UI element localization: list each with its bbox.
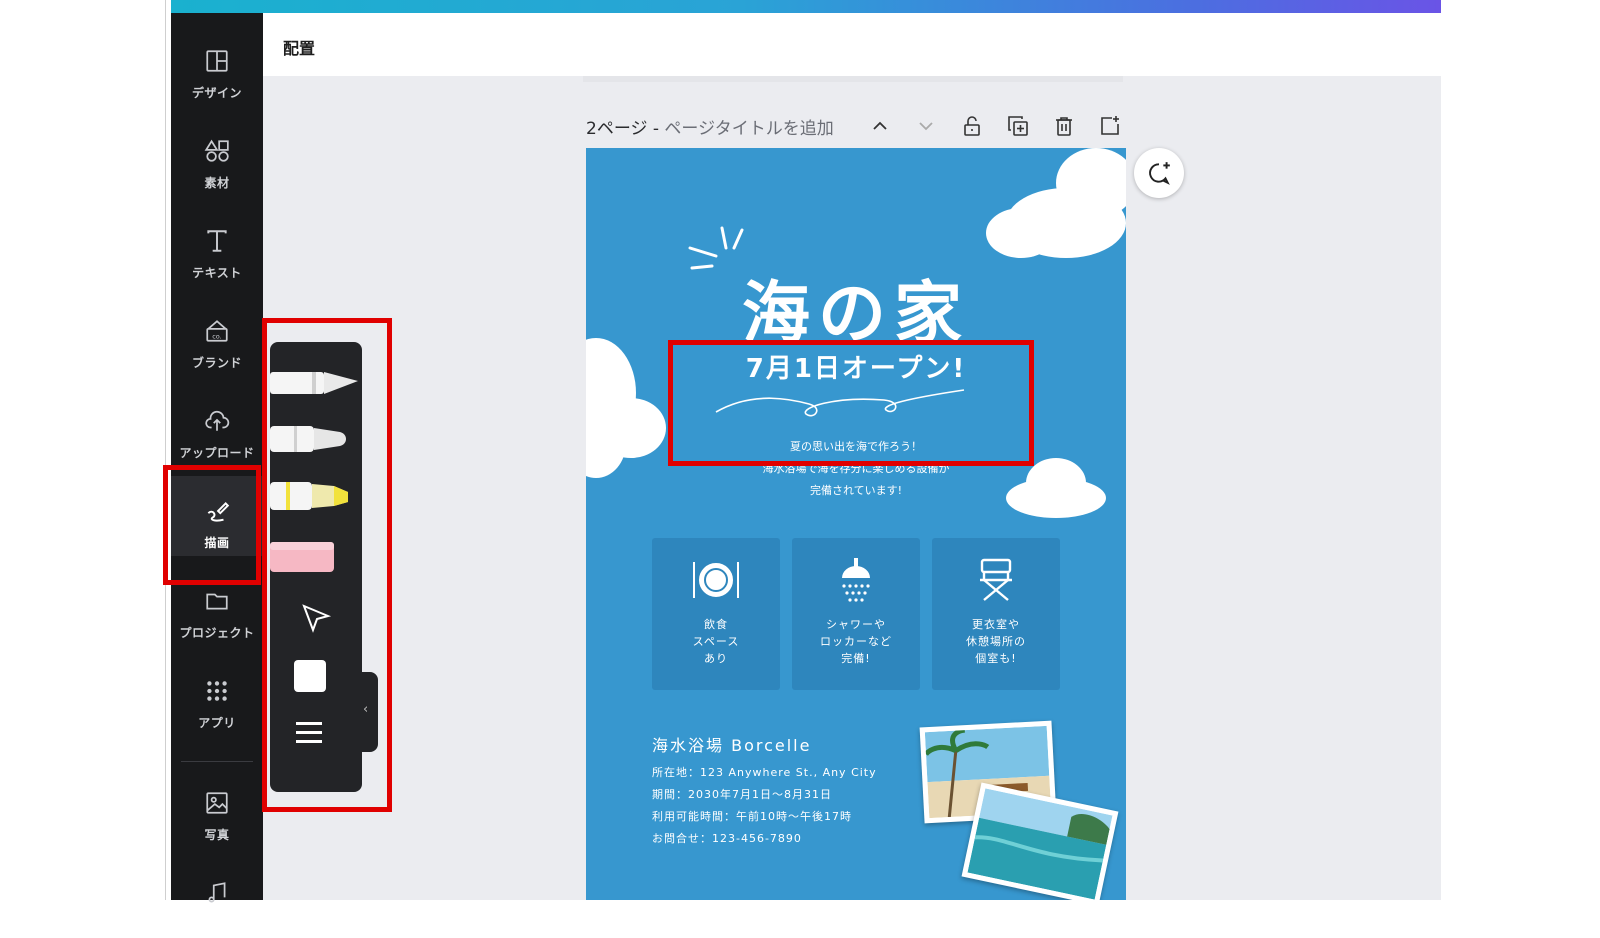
sidebar-item-label: ブランド bbox=[191, 356, 242, 370]
feature-card-text: 飲食 スペース あり bbox=[692, 618, 740, 665]
sidebar-item-label: プロジェクト bbox=[179, 626, 255, 640]
sidebar-item-design[interactable]: デザイン bbox=[171, 26, 263, 106]
add-comment-button[interactable] bbox=[1134, 148, 1184, 198]
feature-card-text: 更衣室や 休憩場所の 個室も! bbox=[966, 618, 1026, 665]
sidebar-item-label: テキスト bbox=[192, 266, 242, 280]
cloud-upload-icon bbox=[205, 410, 230, 431]
music-icon bbox=[208, 882, 226, 903]
sidebar-item-text[interactable]: テキスト bbox=[171, 206, 263, 286]
chevron-down-icon bbox=[919, 122, 933, 131]
duplicate-page-button[interactable] bbox=[1006, 114, 1030, 138]
shapes-icon bbox=[204, 139, 229, 162]
feature-card-shower[interactable]: シャワーや ロッカーなど 完備! bbox=[792, 538, 920, 690]
sidebar-item-label: デザイン bbox=[191, 86, 242, 100]
move-page-up-button[interactable] bbox=[868, 114, 892, 138]
beach-name[interactable]: 海水浴場 Borcelle bbox=[652, 732, 811, 756]
sidebar-item-label: アップロード bbox=[179, 446, 255, 460]
sidebar-item-apps[interactable]: アプリ bbox=[171, 656, 263, 736]
header-gradient-bar bbox=[171, 0, 1441, 13]
highlight-box-drawn-text bbox=[668, 340, 1034, 466]
delete-page-button[interactable] bbox=[1052, 114, 1076, 138]
info-hours[interactable]: 利用可能時間：午前10時～午後17時 bbox=[652, 808, 852, 824]
editor-topbar: 配置 bbox=[263, 13, 1441, 76]
svg-text:co.: co. bbox=[212, 333, 222, 341]
sidebar-item-label: アプリ bbox=[198, 716, 236, 730]
description-line[interactable]: 完備されています! bbox=[586, 482, 1126, 498]
page-number-label: 2ページ - bbox=[586, 119, 665, 139]
previous-page-shadow bbox=[583, 76, 1123, 82]
window-edge bbox=[165, 0, 166, 900]
duplicate-icon bbox=[1008, 116, 1028, 136]
page-title[interactable]: 2ページ - ページタイトルを追加 bbox=[586, 114, 834, 139]
sidebar: デザイン 素材 テキスト co. ブランド アップロード 描画 プロジェクト ア… bbox=[171, 13, 263, 903]
cloud-shape bbox=[986, 208, 1056, 258]
sidebar-item-label: 写真 bbox=[204, 828, 230, 842]
sidebar-item-upload[interactable]: アップロード bbox=[171, 386, 263, 466]
info-address[interactable]: 所在地：123 Anywhere St., Any City bbox=[652, 764, 877, 780]
page-title-placeholder[interactable]: ページタイトルを追加 bbox=[664, 119, 833, 139]
chair-icon bbox=[980, 558, 1012, 601]
add-page-button[interactable] bbox=[1098, 114, 1122, 138]
ocean-photo[interactable] bbox=[961, 782, 1119, 900]
folder-icon bbox=[206, 593, 228, 610]
info-contact[interactable]: お問合せ：123-456-7890 bbox=[652, 830, 802, 846]
ocean-photo-image bbox=[967, 788, 1113, 900]
highlight-box-draw-panel bbox=[262, 318, 392, 812]
dining-icon bbox=[693, 562, 739, 598]
move-page-down-button[interactable] bbox=[914, 114, 938, 138]
feature-card-changing-room[interactable]: 更衣室や 休憩場所の 個室も! bbox=[932, 538, 1060, 690]
brand-icon: co. bbox=[206, 320, 228, 342]
arrange-button[interactable]: 配置 bbox=[283, 35, 315, 59]
layout-icon bbox=[206, 50, 228, 72]
comment-add-icon bbox=[1149, 162, 1170, 185]
design-canvas[interactable]: 海の家 7月1日オープン! 夏の思い出を海で作ろう！ 海水浴場で海を存分に楽しめ… bbox=[586, 148, 1126, 900]
sidebar-divider bbox=[181, 761, 253, 762]
sidebar-item-audio[interactable] bbox=[171, 858, 263, 938]
info-period[interactable]: 期間：2030年7月1日～8月31日 bbox=[652, 786, 832, 802]
lock-page-button[interactable] bbox=[960, 114, 984, 138]
sidebar-item-elements[interactable]: 素材 bbox=[171, 116, 263, 196]
photo-icon bbox=[206, 792, 228, 814]
sidebar-item-photos[interactable]: 写真 bbox=[171, 768, 263, 848]
text-icon bbox=[207, 230, 227, 252]
apps-grid-icon bbox=[207, 681, 227, 701]
feature-card-dining[interactable]: 飲食 スペース あり bbox=[652, 538, 780, 690]
trash-icon bbox=[1056, 117, 1072, 136]
shower-icon bbox=[842, 558, 870, 602]
sidebar-item-brand[interactable]: co. ブランド bbox=[171, 296, 263, 376]
highlight-box-draw-tab bbox=[163, 465, 261, 585]
add-page-icon bbox=[1101, 116, 1119, 135]
cloud-shape bbox=[1056, 148, 1126, 218]
sidebar-item-label: 素材 bbox=[204, 176, 230, 190]
chevron-up-icon bbox=[873, 121, 887, 130]
unlock-icon bbox=[964, 116, 980, 136]
feature-card-text: シャワーや ロッカーなど 完備! bbox=[820, 618, 892, 665]
